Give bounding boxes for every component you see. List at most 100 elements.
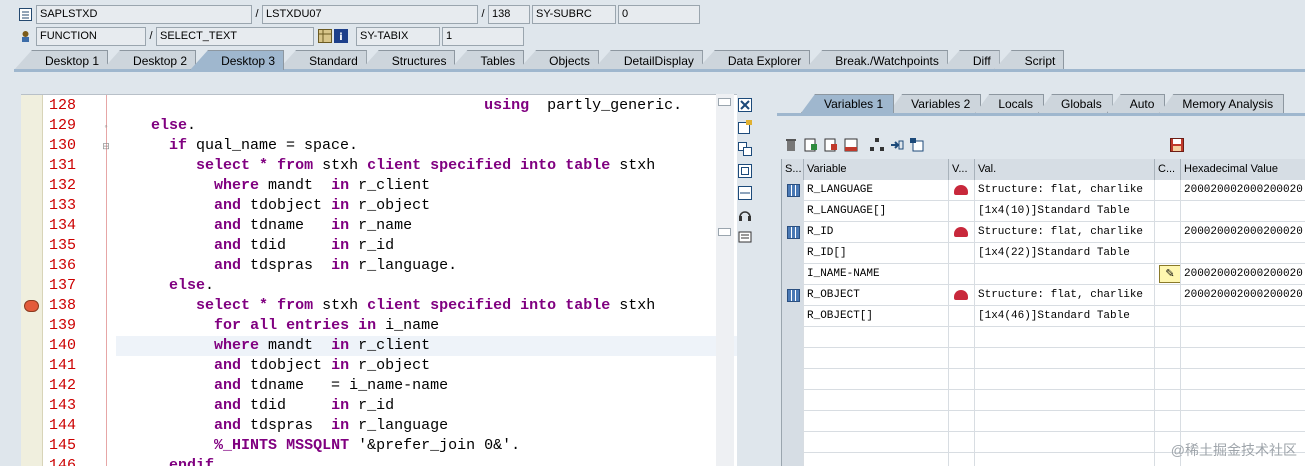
code-line[interactable]: if qual_name = space. bbox=[21, 136, 737, 156]
table-row[interactable]: I_NAME-NAME ✎ 200020002000200020 bbox=[782, 264, 1305, 285]
variables-grid[interactable]: S... Variable V... Val. C... Hexadecimal Valu… bbox=[781, 159, 1305, 466]
variable-cell bbox=[804, 390, 949, 411]
code-line[interactable]: and tdid in r_id bbox=[21, 396, 737, 416]
export-icon[interactable] bbox=[823, 137, 839, 153]
tab-desktop-2[interactable]: Desktop 2 bbox=[102, 50, 197, 70]
tab-script[interactable]: Script bbox=[993, 50, 1065, 70]
column-header[interactable]: Hexadecimal Value bbox=[1181, 159, 1305, 180]
close-icon[interactable] bbox=[736, 96, 754, 114]
code-line[interactable]: and tdspras in r_language bbox=[21, 416, 737, 436]
tab-desktop-1[interactable]: Desktop 1 bbox=[14, 50, 109, 70]
table-row[interactable]: R_LANGUAGE Structure: flat, charlike 20002… bbox=[782, 180, 1305, 201]
new-window-icon[interactable] bbox=[736, 118, 754, 136]
tab-detaildisplay[interactable]: DetailDisplay bbox=[592, 50, 703, 70]
event-name-field[interactable]: SELECT_TEXT bbox=[156, 26, 314, 46]
tab-break-watchpoints[interactable]: Break./Watchpoints bbox=[804, 50, 948, 70]
code-line[interactable]: endif. bbox=[21, 456, 737, 466]
variable-cell[interactable]: R_LANGUAGE[] bbox=[804, 201, 949, 222]
variable-cell[interactable]: R_OBJECT[] bbox=[804, 306, 949, 327]
info-icon[interactable]: i bbox=[334, 29, 348, 43]
code-line[interactable]: and tdspras in r_language. bbox=[21, 256, 737, 276]
column-header[interactable]: Val. bbox=[975, 159, 1155, 180]
hex-value-cell: 200020002000200020 bbox=[1181, 285, 1305, 306]
table-row[interactable] bbox=[782, 390, 1305, 411]
tab-variables-2[interactable]: Variables 2 bbox=[888, 94, 982, 113]
headset-icon[interactable] bbox=[736, 206, 754, 224]
table-row[interactable] bbox=[782, 348, 1305, 369]
swap-icon[interactable] bbox=[736, 184, 754, 202]
save-icon[interactable] bbox=[1169, 137, 1185, 153]
settings-icon[interactable] bbox=[736, 228, 754, 246]
tab-auto[interactable]: Auto bbox=[1106, 94, 1166, 113]
code-line[interactable]: where mandt in r_client bbox=[21, 336, 737, 356]
copy-icon[interactable] bbox=[736, 140, 754, 158]
maximize-icon[interactable] bbox=[736, 162, 754, 180]
scroll-thumb[interactable] bbox=[718, 228, 731, 236]
table-row[interactable] bbox=[782, 411, 1305, 432]
variable-cell[interactable]: I_NAME-NAME bbox=[804, 264, 949, 285]
pencil-icon[interactable]: ✎ bbox=[1159, 265, 1180, 283]
table-icon[interactable] bbox=[318, 29, 332, 43]
change-cell bbox=[1155, 348, 1181, 369]
svg-text:i: i bbox=[339, 32, 342, 43]
code-line[interactable]: select * from stxh client specified into… bbox=[21, 296, 737, 316]
code-line[interactable]: else. bbox=[21, 276, 737, 296]
tab-variables-1[interactable]: Variables 1 bbox=[801, 94, 895, 113]
tab-tables[interactable]: Tables bbox=[449, 50, 525, 70]
event-type-field[interactable]: FUNCTION bbox=[36, 26, 146, 46]
line-number-field[interactable]: 138 bbox=[488, 4, 530, 24]
tab-desktop-3[interactable]: Desktop 3 bbox=[190, 50, 285, 70]
import-icon[interactable] bbox=[803, 137, 819, 153]
sysfield-value-2[interactable]: 1 bbox=[442, 26, 524, 46]
type-icon-cell bbox=[949, 453, 975, 466]
code-line[interactable]: select * from stxh client specified into… bbox=[21, 156, 737, 176]
code-line[interactable]: and tdid in r_id bbox=[21, 236, 737, 256]
tab-standard[interactable]: Standard bbox=[278, 50, 367, 70]
code-text: and tdspras in r_language. bbox=[214, 257, 458, 274]
column-header[interactable]: S... bbox=[782, 159, 804, 180]
tab-memory-analysis[interactable]: Memory Analysis bbox=[1159, 94, 1285, 113]
code-line[interactable]: and tdname = i_name-name bbox=[21, 376, 737, 396]
editor-scrollbar[interactable] bbox=[716, 94, 734, 466]
source-editor[interactable]: 128 using partly_generic. 129 ◦ else. 130 ⊟ … bbox=[21, 94, 737, 466]
layout-icon[interactable] bbox=[843, 137, 859, 153]
tab-objects[interactable]: Objects bbox=[518, 50, 599, 70]
table-row[interactable]: R_OBJECT Structure: flat, charlike 2000200… bbox=[782, 285, 1305, 306]
table-row[interactable]: R_ID[] [1x4(22)]Standard Table bbox=[782, 243, 1305, 264]
column-header[interactable]: Variable bbox=[804, 159, 949, 180]
change-cell[interactable]: ✎ bbox=[1155, 264, 1181, 285]
table-row[interactable]: R_LANGUAGE[] [1x4(10)]Standard Table bbox=[782, 201, 1305, 222]
code-line[interactable]: where mandt in r_client bbox=[21, 176, 737, 196]
variable-cell bbox=[804, 432, 949, 453]
tab-diff[interactable]: Diff bbox=[941, 50, 1000, 70]
details-icon[interactable] bbox=[909, 137, 925, 153]
code-line[interactable]: and tdobject in r_object bbox=[21, 196, 737, 216]
tab-structures[interactable]: Structures bbox=[360, 50, 456, 70]
code-line[interactable]: and tdname in r_name bbox=[21, 216, 737, 236]
variable-cell[interactable]: R_LANGUAGE bbox=[804, 180, 949, 201]
column-header[interactable]: V... bbox=[949, 159, 975, 180]
scroll-up[interactable] bbox=[718, 98, 731, 106]
variable-cell[interactable]: R_OBJECT bbox=[804, 285, 949, 306]
table-row[interactable] bbox=[782, 327, 1305, 348]
include-field[interactable]: LSTXDU07 bbox=[262, 4, 478, 24]
variable-cell[interactable]: R_ID[] bbox=[804, 243, 949, 264]
sysfield-value-1[interactable]: 0 bbox=[618, 4, 700, 24]
code-line[interactable]: for all entries in i_name bbox=[21, 316, 737, 336]
code-line[interactable]: using partly_generic. bbox=[21, 96, 737, 116]
variable-cell[interactable]: R_ID bbox=[804, 222, 949, 243]
tab-locals[interactable]: Locals bbox=[975, 94, 1044, 113]
hierarchy-icon[interactable] bbox=[869, 137, 885, 153]
tab-globals[interactable]: Globals bbox=[1038, 94, 1113, 113]
code-line[interactable]: else. bbox=[21, 116, 737, 136]
delete-icon[interactable] bbox=[783, 137, 799, 153]
navigate-icon[interactable] bbox=[889, 137, 905, 153]
table-row[interactable] bbox=[782, 369, 1305, 390]
table-row[interactable]: R_OBJECT[] [1x4(46)]Standard Table bbox=[782, 306, 1305, 327]
tab-data-explorer[interactable]: Data Explorer bbox=[696, 50, 811, 70]
program-field[interactable]: SAPLSTXD bbox=[36, 4, 252, 24]
column-header[interactable]: C... bbox=[1155, 159, 1181, 180]
code-line[interactable]: %_HINTS MSSQLNT '&prefer_join 0&'. bbox=[21, 436, 737, 456]
table-row[interactable]: R_ID Structure: flat, charlike 20002000200… bbox=[782, 222, 1305, 243]
code-line[interactable]: and tdobject in r_object bbox=[21, 356, 737, 376]
